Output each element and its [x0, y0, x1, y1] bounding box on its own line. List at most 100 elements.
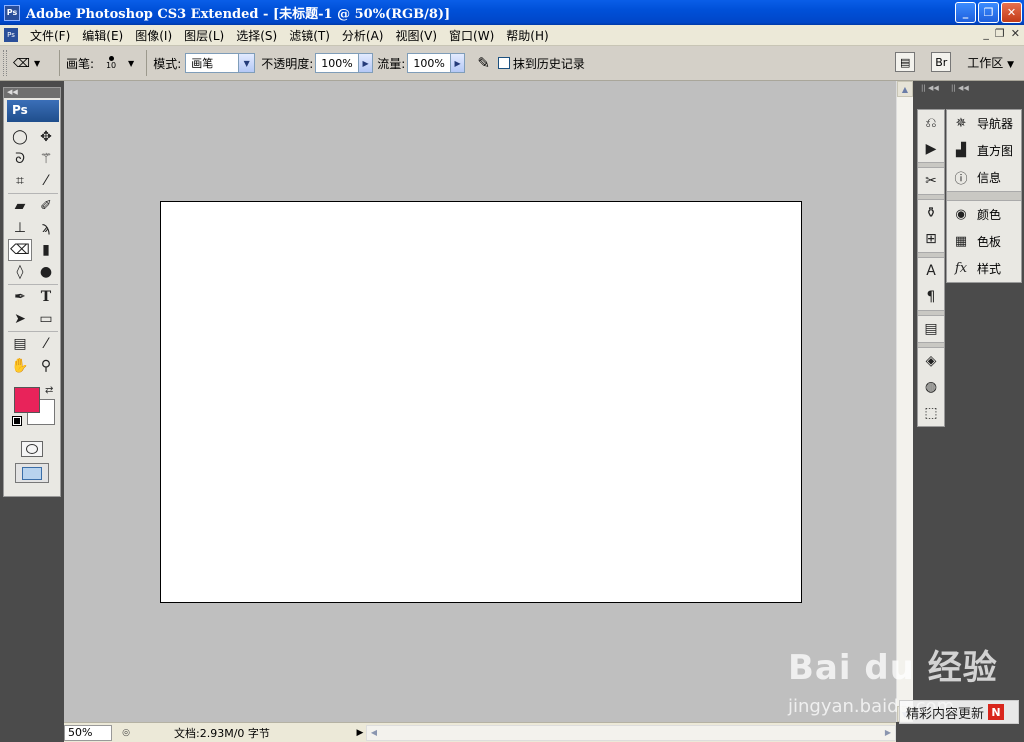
panel-list: ✵ 导航器 ▟ 直方图 ⓘ 信息 ◉ 颜色 ▦ 色板 fx 样式: [946, 109, 1022, 283]
healing-brush-tool-icon[interactable]: ▰: [8, 195, 32, 217]
menu-select[interactable]: 选择(S): [230, 27, 283, 44]
quick-mask-icon: [26, 444, 38, 454]
menu-help[interactable]: 帮助(H): [500, 27, 554, 44]
slice-tool-icon[interactable]: ⁄: [34, 170, 58, 192]
horizontal-scrollbar[interactable]: ◀ ▶: [366, 724, 896, 741]
palette-well-icon[interactable]: ▤: [895, 52, 916, 72]
screen-mode-button[interactable]: [15, 463, 49, 483]
move-tool-icon[interactable]: ✥: [34, 126, 58, 148]
restore-button[interactable]: ❐: [978, 2, 999, 23]
scroll-left-icon[interactable]: ◀: [367, 726, 381, 740]
notes-tool-icon[interactable]: ▤: [8, 333, 32, 355]
panel-histogram[interactable]: ▟ 直方图: [947, 137, 1021, 164]
workspace-menu[interactable]: 工作区 ▼: [967, 54, 1014, 71]
minimize-button[interactable]: _: [955, 2, 976, 23]
vertical-scrollbar[interactable]: ▲ ▼: [896, 81, 913, 722]
erase-history-checkbox[interactable]: [497, 57, 510, 69]
path-selection-tool-icon[interactable]: ➤: [8, 308, 32, 330]
eraser-tool-icon[interactable]: ⌫: [8, 239, 32, 261]
panel-navigator[interactable]: ✵ 导航器: [947, 110, 1021, 137]
lasso-tool-icon[interactable]: ᘐ: [8, 148, 32, 170]
dodge-tool-icon[interactable]: ●: [34, 261, 58, 283]
window-title: Adobe Photoshop CS3 Extended - [未标题-1 @ …: [26, 7, 451, 22]
panel-label: 色板: [977, 235, 1002, 249]
close-button[interactable]: ✕: [1001, 2, 1022, 23]
clone-source-icon[interactable]: ⊞: [918, 226, 944, 252]
options-right: ▤ Br 工作区 ▼: [895, 52, 1014, 72]
magic-wand-tool-icon[interactable]: ⚚: [34, 148, 58, 170]
opacity-field[interactable]: 100% ▶: [315, 53, 374, 73]
collapse-tools-icon[interactable]: ◀◀: [4, 88, 60, 98]
menu-edit[interactable]: 编辑(E): [76, 27, 129, 44]
clone-stamp-tool-icon[interactable]: ⊥: [8, 217, 32, 239]
marquee-tool-icon[interactable]: ◯: [8, 126, 32, 148]
swap-colors-icon[interactable]: ⇄: [45, 385, 53, 396]
eyedropper-tool-icon[interactable]: ⁄: [34, 333, 58, 355]
type-tool-icon[interactable]: T: [34, 286, 58, 308]
doc-restore-button[interactable]: ❐: [995, 27, 1005, 40]
menu-image[interactable]: 图像(I): [129, 27, 178, 44]
menu-file[interactable]: 文件(F): [24, 27, 76, 44]
hand-tool-icon[interactable]: ✋: [8, 355, 32, 377]
foreground-color-swatch[interactable]: [14, 387, 40, 413]
scroll-up-icon[interactable]: ▲: [897, 81, 913, 97]
shape-tool-icon[interactable]: ▭: [34, 308, 58, 330]
brush-dropdown-icon[interactable]: ▼: [128, 59, 134, 68]
status-info-icon[interactable]: ◎: [118, 725, 134, 741]
channels-panel-icon[interactable]: ◍: [918, 374, 944, 400]
character-panel-icon[interactable]: A: [918, 258, 944, 284]
panel-label: 样式: [977, 262, 1002, 276]
mode-label: 模式:: [153, 56, 182, 71]
flow-field[interactable]: 100% ▶: [407, 53, 466, 73]
scroll-right-icon[interactable]: ▶: [881, 726, 895, 740]
menu-window[interactable]: 窗口(W): [443, 27, 500, 44]
brush-label: 画笔:: [66, 56, 95, 71]
options-bar: ⌫ ▼ 画笔: 10 ▼ 模式: 画笔 ▼ 不透明度: 100% ▶ 流量: 1…: [0, 46, 1024, 81]
doc-close-button[interactable]: ✕: [1011, 27, 1020, 40]
status-menu-arrow-icon[interactable]: ▶: [354, 725, 366, 741]
brushes-panel-icon[interactable]: ⚱: [918, 200, 944, 226]
zoom-level-field[interactable]: 50%: [64, 724, 112, 741]
layer-comps-icon[interactable]: ▤: [918, 316, 944, 342]
history-brush-tool-icon[interactable]: ϡ: [34, 217, 58, 239]
history-panel-icon[interactable]: ⎌: [918, 110, 944, 136]
panel-swatches[interactable]: ▦ 色板: [947, 228, 1021, 255]
gradient-tool-icon[interactable]: ▮: [34, 239, 58, 261]
bridge-icon[interactable]: Br: [931, 52, 952, 72]
slider-arrow-icon[interactable]: ▶: [449, 54, 465, 72]
chevron-down-icon: ▼: [1007, 59, 1014, 70]
panel-styles[interactable]: fx 样式: [947, 255, 1021, 282]
doc-minimize-button[interactable]: _: [983, 27, 989, 40]
document-icon[interactable]: Ps: [4, 28, 18, 42]
panel-info[interactable]: ⓘ 信息: [947, 164, 1021, 191]
crop-tool-icon[interactable]: ⌗: [8, 170, 32, 192]
actions-panel-icon[interactable]: ▶: [918, 136, 944, 162]
photoshop-app-icon[interactable]: Ps: [4, 4, 20, 21]
panel-label: 颜色: [977, 208, 1002, 222]
brush-picker[interactable]: 10: [96, 56, 126, 70]
tool-presets-icon[interactable]: ✂: [918, 168, 944, 194]
panel-color[interactable]: ◉ 颜色: [947, 201, 1021, 228]
paths-panel-icon[interactable]: ⬚: [918, 400, 944, 426]
options-grip[interactable]: [3, 50, 7, 76]
pen-tool-icon[interactable]: ✒: [8, 286, 32, 308]
blur-tool-icon[interactable]: ◊: [8, 261, 32, 283]
tool-preset-picker[interactable]: ⌫ ▼: [13, 50, 53, 76]
slider-arrow-icon[interactable]: ▶: [357, 54, 373, 72]
collapse-panels-icon[interactable]: || ◀◀: [951, 84, 969, 94]
layers-panel-icon[interactable]: ◈: [918, 348, 944, 374]
menu-layer[interactable]: 图层(L): [178, 27, 230, 44]
mode-select[interactable]: 画笔 ▼: [185, 53, 256, 73]
zoom-tool-icon[interactable]: ⚲: [34, 355, 58, 377]
default-colors-icon[interactable]: [12, 416, 22, 426]
menu-filter[interactable]: 滤镜(T): [283, 27, 336, 44]
collapse-icons-icon[interactable]: || ◀◀: [921, 84, 939, 94]
quick-mask-button[interactable]: [21, 441, 43, 457]
paragraph-panel-icon[interactable]: ¶: [918, 284, 944, 310]
brush-tool-icon[interactable]: ✐: [34, 195, 58, 217]
document-canvas[interactable]: [160, 201, 802, 603]
airbrush-icon[interactable]: ✎: [477, 54, 490, 72]
menu-analysis[interactable]: 分析(A): [336, 27, 390, 44]
mode-value: 画笔: [191, 57, 214, 70]
menu-view[interactable]: 视图(V): [389, 27, 443, 44]
